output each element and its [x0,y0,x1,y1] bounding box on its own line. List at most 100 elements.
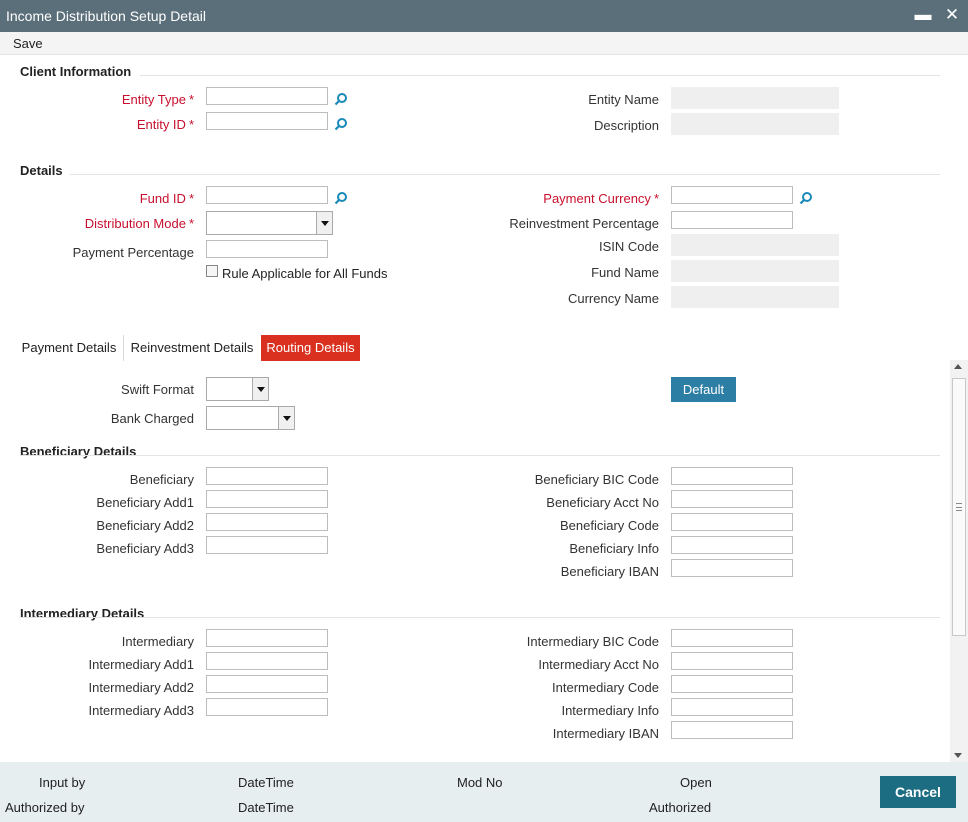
footer-bar: Input by DateTime Mod No Open Authorized… [0,762,968,822]
section-divider [140,75,940,76]
entity-type-label: Entity Type * [14,92,194,107]
open-status-label: Open [680,775,712,790]
close-icon[interactable]: ✕ [942,5,962,25]
scrollbar-thumb[interactable] [952,378,966,636]
entity-type-label-text: Entity Type [121,92,186,107]
section-divider [70,174,940,175]
beneficiary-label: Beneficiary [129,472,194,487]
beneficiary-add1-input[interactable] [206,490,328,508]
distribution-mode-label: Distribution Mode * [14,216,194,231]
search-icon[interactable] [799,191,813,205]
vertical-scrollbar[interactable] [950,360,968,762]
payment-percentage-input[interactable] [206,240,328,258]
intermediary-add2-input[interactable] [206,675,328,693]
entity-id-input[interactable] [206,112,328,130]
authorized-by-label: Authorized by [5,800,85,815]
intermediary-acct-no-input[interactable] [671,652,793,670]
isin-code-field [671,234,839,256]
intermediary-code-label: Intermediary Code [552,680,659,695]
arrow-up-icon[interactable] [954,364,962,369]
default-button[interactable]: Default [671,377,736,402]
minimize-icon[interactable]: ▬ [913,5,933,25]
beneficiary-iban-input[interactable] [671,559,793,577]
beneficiary-add3-label: Beneficiary Add3 [96,541,194,556]
search-icon[interactable] [334,117,348,131]
chevron-down-icon[interactable] [278,407,294,429]
beneficiary-add3-input[interactable] [206,536,328,554]
authorized-status-label: Authorized [649,800,712,815]
fund-id-label-text: Fund ID [139,191,186,206]
chevron-down-icon[interactable] [316,212,332,234]
isin-code-label: ISIN Code [599,239,659,254]
rule-applicable-checkbox[interactable] [206,265,218,277]
intermediary-details-heading: Intermediary Details [20,606,145,621]
required-marker: * [188,117,194,132]
beneficiary-bic-code-input[interactable] [671,467,793,485]
distribution-mode-label-text: Distribution Mode [84,216,186,231]
tab-separator [123,335,124,361]
section-divider [20,455,940,456]
intermediary-iban-input[interactable] [671,721,793,739]
input-by-label: Input by [39,775,86,790]
beneficiary-bic-code-label: Beneficiary BIC Code [534,472,659,487]
fund-name-field [671,260,839,282]
tab-routing-details[interactable]: Routing Details [261,335,360,361]
intermediary-add3-input[interactable] [206,698,328,716]
intermediary-input[interactable] [206,629,328,647]
swift-format-select[interactable] [206,377,269,401]
intermediary-code-input[interactable] [671,675,793,693]
beneficiary-add1-label: Beneficiary Add1 [96,495,194,510]
currency-name-label: Currency Name [567,291,659,306]
beneficiary-iban-label: Beneficiary IBAN [560,564,659,579]
entity-type-input[interactable] [206,87,328,105]
swift-format-label: Swift Format [121,382,194,397]
fund-name-label: Fund Name [591,265,659,280]
beneficiary-add2-input[interactable] [206,513,328,531]
save-button[interactable]: Save [13,36,43,51]
arrow-down-icon[interactable] [954,753,962,758]
tab-reinvestment-details[interactable]: Reinvestment Details [126,335,258,361]
intermediary-add2-label: Intermediary Add2 [88,680,194,695]
beneficiary-info-input[interactable] [671,536,793,554]
window-titlebar: Income Distribution Setup Detail ▬ ✕ [0,0,968,32]
intermediary-add3-label: Intermediary Add3 [88,703,194,718]
payment-currency-input[interactable] [671,186,793,204]
cancel-button[interactable]: Cancel [880,776,956,808]
bank-charged-label: Bank Charged [110,411,194,426]
distribution-mode-select[interactable] [206,211,333,235]
beneficiary-add2-label: Beneficiary Add2 [96,518,194,533]
required-marker: * [188,191,194,206]
intermediary-iban-label: Intermediary IBAN [552,726,659,741]
chevron-down-icon[interactable] [252,378,268,400]
payment-currency-label-text: Payment Currency [543,191,651,206]
intermediary-label: Intermediary [121,634,194,649]
beneficiary-info-label: Beneficiary Info [569,541,659,556]
beneficiary-acct-no-input[interactable] [671,490,793,508]
search-icon[interactable] [334,191,348,205]
authorized-datetime-label: DateTime [238,800,294,815]
rule-applicable-label: Rule Applicable for All Funds [222,266,388,281]
tab-payment-details[interactable]: Payment Details [16,335,122,361]
intermediary-info-input[interactable] [671,698,793,716]
search-icon[interactable] [334,92,348,106]
intermediary-add1-input[interactable] [206,652,328,670]
intermediary-bic-code-input[interactable] [671,629,793,647]
mod-no-label: Mod No [457,775,503,790]
beneficiary-acct-no-label: Beneficiary Acct No [546,495,659,510]
intermediary-acct-no-label: Intermediary Acct No [538,657,659,672]
details-heading: Details [20,163,63,178]
window-title: Income Distribution Setup Detail [6,8,206,24]
description-label: Description [593,118,659,133]
beneficiary-code-label: Beneficiary Code [560,518,659,533]
beneficiary-input[interactable] [206,467,328,485]
entity-id-label: Entity ID * [14,117,194,132]
bank-charged-select[interactable] [206,406,295,430]
grip-icon [956,503,962,511]
reinvestment-percentage-input[interactable] [671,211,793,229]
section-divider [20,617,940,618]
beneficiary-code-input[interactable] [671,513,793,531]
fund-id-input[interactable] [206,186,328,204]
required-marker: * [188,216,194,231]
input-datetime-label: DateTime [238,775,294,790]
intermediary-add1-label: Intermediary Add1 [88,657,194,672]
